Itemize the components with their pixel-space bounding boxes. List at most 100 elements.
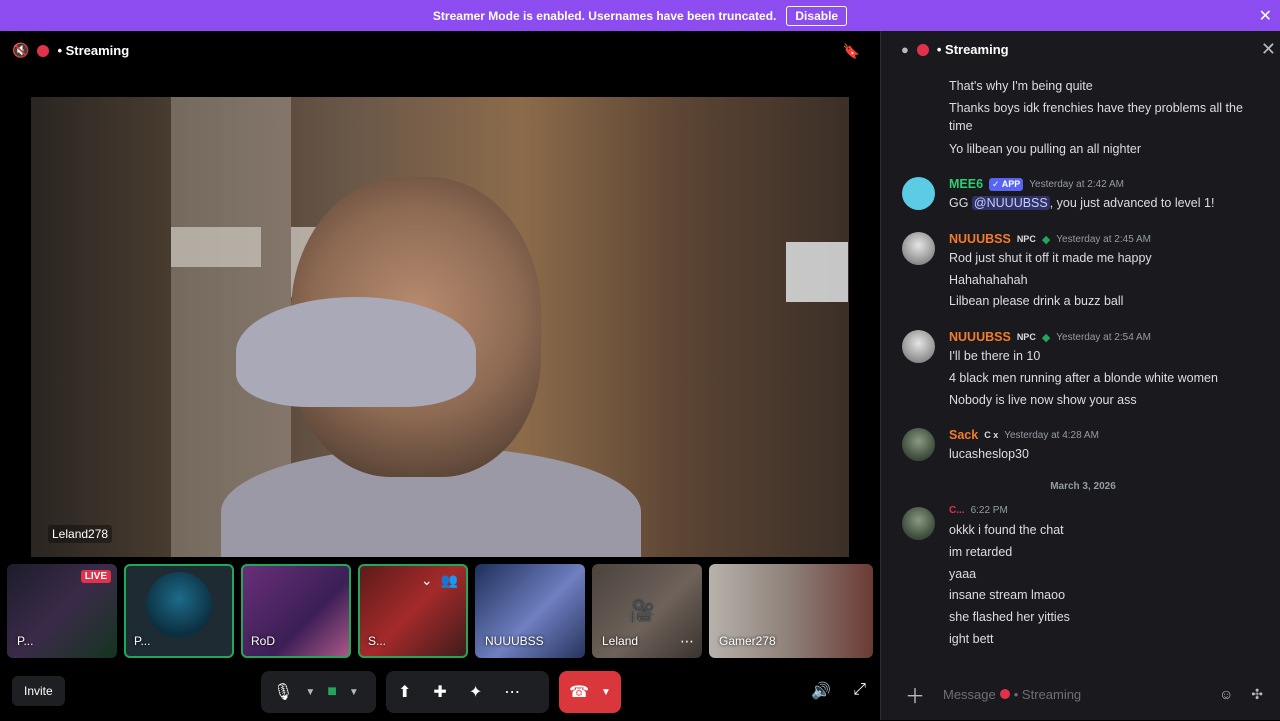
username[interactable]: Sack [949,428,978,442]
camera-icon[interactable]: ■ [327,683,337,701]
microphone-icon[interactable]: 🎙 [273,682,293,702]
message-line: 4 black men running after a blonde white… [949,371,1218,385]
badge-icon: ◆ [1041,233,1051,246]
tile-label: NUUUBSS [485,634,544,648]
avatar[interactable] [902,330,935,363]
tile-label: P... [17,634,34,648]
message-line: Yo lilbean you pulling an all nighter [949,142,1142,156]
message-line: insane stream lmaoo [949,588,1066,602]
tile-label: P... [134,634,151,648]
message-line: GG @NUUUBSS, you just advanced to level … [949,194,1265,212]
video-window [786,242,848,302]
main-video-name: Leland278 [48,525,113,543]
stage-header: 🔇 • Streaming [12,42,129,59]
message-line: Rod just shut it off it made me happy [949,251,1152,265]
tile-stream[interactable]: LIVE P... [7,564,117,658]
chevron-down-icon[interactable]: ▼ [349,687,359,698]
more-options-icon[interactable]: ⋯ [680,633,694,650]
view-controls: 🔊 ⤢ [811,681,866,701]
guild-tag: C x [984,430,999,440]
message-header: NUUUBSS NPC ◆ Yesterday at 2:54 AM [949,330,1151,344]
live-badge: LIVE [80,570,111,583]
timestamp: 6:22 PM [970,505,1008,516]
main-video[interactable] [31,97,849,557]
video-board-left [171,227,261,267]
avatar [146,572,212,638]
chat-header: ● • Streaming [901,42,1009,57]
message-line: okkk i found the chat [949,523,1064,537]
share-screen-icon[interactable]: ⬆ [398,682,411,702]
channel-status-dot [37,44,50,57]
add-attachment-icon[interactable]: ＋ [905,680,925,709]
banner-text: Streamer Mode is enabled. Usernames have… [432,8,777,23]
avatar[interactable] [902,507,935,540]
date-divider: March 3, 2026 [1050,481,1116,492]
badge-icon: ◆ [1041,331,1051,344]
disable-button[interactable]: Disable [786,5,848,26]
username[interactable]: MEE6 [949,177,983,191]
fullscreen-icon[interactable]: ⤢ [853,681,866,701]
message-line: she flashed her yitties [949,610,1070,624]
apps-icon[interactable]: ✣ [1251,686,1263,703]
disconnect-button[interactable]: ☎ ▼ [559,671,621,713]
chevron-down-icon[interactable]: ▼ [305,687,315,698]
soundboard-icon[interactable]: ✦ [469,682,482,702]
activity-controls: ⬆ ✚ ✦ ⋯ [386,671,549,713]
timestamp: Yesterday at 4:28 AM [1004,429,1099,441]
emoji-icon[interactable]: ☺ [1219,686,1233,703]
message-line: Lilbean please drink a buzz ball [949,294,1124,308]
message-list[interactable]: That's why I'm being quite Thanks boys i… [881,71,1280,661]
tile-participant[interactable]: RoD [241,564,351,658]
activities-icon[interactable]: ✚ [433,682,446,702]
channel-status-dot [999,689,1010,699]
speaker-icon[interactable]: 🔇 [12,42,29,59]
username[interactable]: C... [949,505,965,516]
message-composer: ＋ Message • Streaming ☺ ✣ [895,677,1267,711]
timestamp: Yesterday at 2:45 AM [1056,233,1151,245]
username[interactable]: NUUUBSS [949,330,1011,344]
chat-panel: ● • Streaming ✕ That's why I'm being qui… [880,31,1280,720]
tile-participant[interactable]: ⌄ 👥 S... [358,564,468,658]
chevron-down-icon[interactable]: ▼ [601,687,611,698]
stage-title: • Streaming [57,43,130,58]
message-line: lucasheslop30 [949,447,1029,461]
message-header: Sack C x Yesterday at 4:28 AM [949,428,1099,442]
bookmark-icon[interactable]: 🔖 [843,43,860,60]
message-line: I'll be there in 10 [949,349,1041,363]
avatar[interactable] [902,428,935,461]
chevron-down-icon[interactable]: ⌄ [421,572,433,589]
tile-label: S... [368,634,387,648]
avatar[interactable] [902,232,935,265]
npc-badge: NPC [1016,234,1036,244]
close-banner-icon[interactable]: ✕ [1259,6,1272,26]
message-header: NUUUBSS NPC ◆ Yesterday at 2:45 AM [949,232,1151,246]
tile-participant[interactable]: NUUUBSS [475,564,585,658]
mention[interactable]: @NUUUBSS [971,196,1050,210]
message-header: MEE6 ✓ APP Yesterday at 2:42 AM [949,177,1124,191]
friends-icon[interactable]: 👥 [441,572,458,589]
message-line: Nobody is live now show your ass [949,393,1137,407]
hangup-icon: ☎ [569,684,590,701]
avatar[interactable] [902,177,935,210]
video-person-cap [236,297,476,407]
message-line: Hahahahahah [949,273,1028,287]
tile-participant[interactable]: Gamer278 [709,564,873,658]
message-input[interactable]: Message • Streaming [943,687,1219,702]
more-icon[interactable]: ⋯ [504,682,520,702]
tile-actions: ⌄ 👥 [421,572,458,589]
stage-area: 🔇 • Streaming 🔖 Leland278 LIVE P... P...… [0,31,880,720]
composer-channel: • Streaming [1013,686,1082,702]
timestamp: Yesterday at 2:54 AM [1056,331,1151,343]
username[interactable]: NUUUBSS [949,232,1011,246]
message-line: Thanks boys idk frenchies have they prob… [949,101,1243,134]
close-chat-icon[interactable]: ✕ [1261,39,1276,60]
message-line: That's why I'm being quite [949,79,1093,93]
tile-participant[interactable]: P... [124,564,234,658]
call-controls: Invite 🎙 ▼ ■ ▼ ⬆ ✚ ✦ ⋯ ☎ ▼ 🔊 ⤢ [0,671,880,721]
streamer-mode-banner: Streamer Mode is enabled. Usernames have… [0,0,1280,31]
media-controls: 🎙 ▼ ■ ▼ [261,671,376,713]
message-header: C... 6:22 PM [949,505,1008,516]
tile-participant[interactable]: 🎥 Leland ⋯ [592,564,702,658]
invite-button[interactable]: Invite [12,676,65,706]
volume-icon[interactable]: 🔊 [811,681,831,701]
